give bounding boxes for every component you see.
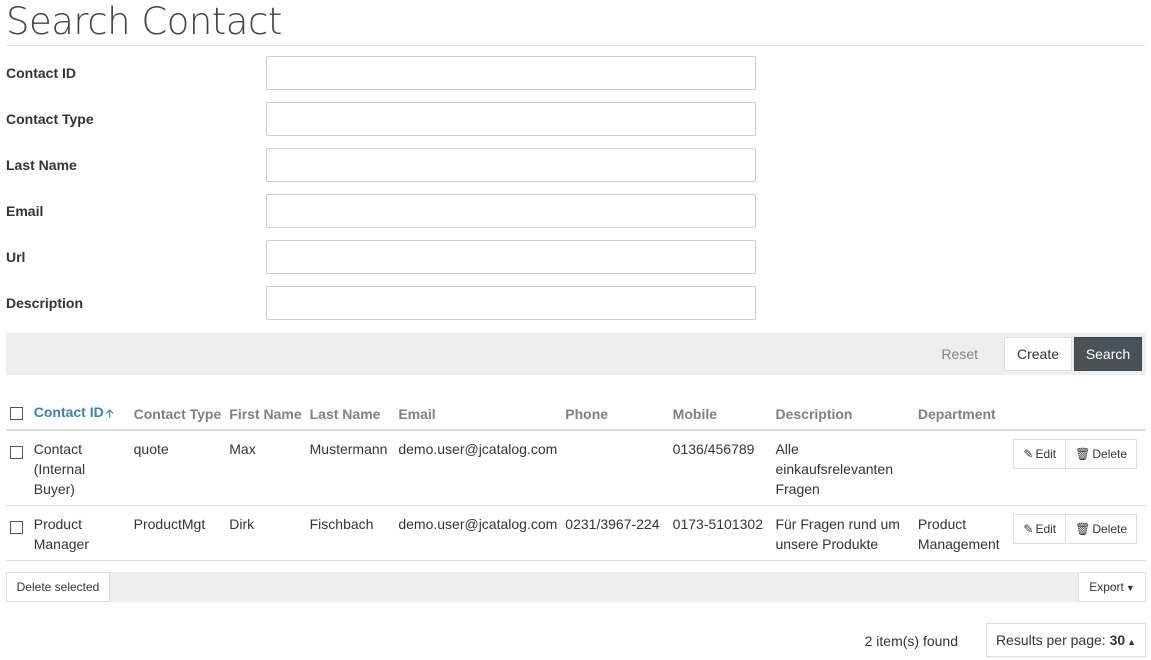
description-input[interactable] bbox=[266, 286, 756, 320]
cell-description: Für Fragen rund um unsere Produkte bbox=[771, 505, 914, 561]
delete-label: Delete bbox=[1092, 447, 1128, 461]
row-action-group: ✎ Edit 🗑 Delete bbox=[1013, 514, 1138, 544]
header-contact-id-label: Contact ID bbox=[33, 403, 104, 420]
page-title: Search Contact bbox=[6, 0, 282, 43]
export-button[interactable]: Export ▼ bbox=[1078, 572, 1146, 602]
select-all-checkbox[interactable] bbox=[10, 407, 23, 421]
edit-label: Edit bbox=[1035, 522, 1057, 536]
form-row-description: Description bbox=[6, 286, 756, 320]
contact-type-input[interactable] bbox=[266, 102, 756, 136]
row-select-cell bbox=[6, 430, 30, 506]
cell-email: demo.user@jcatalog.com bbox=[394, 505, 562, 561]
caret-down-icon: ▼ bbox=[1125, 583, 1135, 593]
cell-contact-id: Contact (Internal Buyer) bbox=[29, 430, 130, 506]
results-table: Contact ID 🡡 Contact Type First Name Last… bbox=[6, 398, 1146, 561]
header-email[interactable]: Email bbox=[394, 398, 562, 431]
title-divider bbox=[6, 45, 1146, 46]
email-label: Email bbox=[6, 203, 44, 219]
delete-button[interactable]: 🗑 Delete bbox=[1066, 439, 1138, 469]
url-label: Url bbox=[6, 249, 26, 265]
header-actions bbox=[1009, 398, 1146, 431]
header-description[interactable]: Description bbox=[771, 398, 914, 431]
row-action-group: ✎ Edit 🗑 Delete bbox=[1013, 439, 1138, 469]
sort-up-arrow-icon: 🡡 bbox=[105, 407, 114, 420]
cell-last-name: Fischbach bbox=[305, 505, 395, 561]
results-per-page-value: 30 bbox=[1109, 632, 1126, 648]
edit-button[interactable]: ✎ Edit bbox=[1013, 439, 1067, 469]
delete-button[interactable]: 🗑 Delete bbox=[1066, 514, 1138, 544]
results-per-page-label: Results per page: bbox=[995, 632, 1106, 648]
search-button[interactable]: Search bbox=[1074, 337, 1142, 371]
caret-up-icon: ▲ bbox=[1127, 637, 1137, 647]
export-label: Export bbox=[1089, 580, 1124, 594]
cell-actions: ✎ Edit 🗑 Delete bbox=[1009, 505, 1146, 561]
row-checkbox[interactable] bbox=[10, 445, 23, 459]
edit-button[interactable]: ✎ Edit bbox=[1013, 514, 1067, 544]
delete-selected-button[interactable]: Delete selected bbox=[6, 572, 110, 602]
edit-label: Edit bbox=[1035, 447, 1057, 461]
delete-label: Delete bbox=[1092, 522, 1128, 536]
cell-email: demo.user@jcatalog.com bbox=[394, 430, 562, 506]
contact-type-label: Contact Type bbox=[6, 111, 94, 127]
header-mobile[interactable]: Mobile bbox=[668, 398, 772, 431]
contact-id-input[interactable] bbox=[266, 56, 756, 90]
table-row: Product Manager ProductMgt Dirk Fischbac… bbox=[6, 505, 1146, 561]
cell-mobile: 0173-5101302 bbox=[668, 505, 772, 561]
trash-icon: 🗑 bbox=[1075, 447, 1091, 461]
cell-first-name: Dirk bbox=[225, 505, 306, 561]
cell-phone: 0231/3967-224 bbox=[561, 505, 669, 561]
pencil-icon: ✎ bbox=[1023, 522, 1034, 536]
row-checkbox[interactable] bbox=[10, 520, 23, 534]
cell-last-name: Mustermann bbox=[305, 430, 395, 506]
form-row-contact-id: Contact ID bbox=[6, 56, 756, 90]
email-input[interactable] bbox=[266, 194, 756, 228]
header-contact-id[interactable]: Contact ID 🡡 bbox=[29, 398, 130, 431]
url-input[interactable] bbox=[266, 240, 756, 274]
cell-first-name: Max bbox=[225, 430, 306, 506]
last-name-input[interactable] bbox=[266, 148, 756, 182]
cell-phone bbox=[561, 430, 669, 506]
header-department[interactable]: Department bbox=[913, 398, 1010, 431]
search-action-bar: Reset Create Search bbox=[6, 333, 1146, 375]
cell-contact-type: quote bbox=[129, 430, 226, 506]
form-row-contact-type: Contact Type bbox=[6, 102, 756, 136]
cell-department bbox=[913, 430, 1010, 506]
row-select-cell bbox=[6, 505, 30, 561]
header-contact-type[interactable]: Contact Type bbox=[129, 398, 226, 431]
contact-id-label: Contact ID bbox=[6, 65, 76, 81]
form-row-url: Url bbox=[6, 240, 756, 274]
header-first-name[interactable]: First Name bbox=[225, 398, 306, 431]
table-row: Contact (Internal Buyer) quote Max Muste… bbox=[6, 430, 1146, 506]
cell-description: Alle einkaufsrelevanten Fragen bbox=[771, 430, 914, 506]
pencil-icon: ✎ bbox=[1023, 447, 1034, 461]
description-label: Description bbox=[6, 295, 84, 311]
header-phone[interactable]: Phone bbox=[561, 398, 669, 431]
search-contact-page: Search Contact Contact ID Contact Type L… bbox=[0, 0, 1151, 660]
table-header-row: Contact ID 🡡 Contact Type First Name Last… bbox=[6, 398, 1146, 431]
table-footer-bar: Delete selected Export ▼ bbox=[6, 572, 1146, 602]
cell-contact-id: Product Manager bbox=[29, 505, 130, 561]
last-name-label: Last Name bbox=[6, 157, 77, 173]
cell-department: Product Management bbox=[913, 505, 1010, 561]
cell-contact-type: ProductMgt bbox=[129, 505, 226, 561]
results-per-page-button[interactable]: Results per page: 30 ▲ bbox=[986, 623, 1146, 657]
reset-button[interactable]: Reset bbox=[933, 337, 986, 371]
trash-icon: 🗑 bbox=[1075, 522, 1091, 536]
cell-actions: ✎ Edit 🗑 Delete bbox=[1009, 430, 1146, 506]
cell-mobile: 0136/456789 bbox=[668, 430, 772, 506]
form-row-last-name: Last Name bbox=[6, 148, 756, 182]
form-row-email: Email bbox=[6, 194, 756, 228]
header-last-name[interactable]: Last Name bbox=[305, 398, 395, 431]
header-select-all bbox=[6, 398, 30, 431]
create-button[interactable]: Create bbox=[1004, 337, 1072, 371]
items-found-text: 2 item(s) found bbox=[864, 633, 958, 649]
